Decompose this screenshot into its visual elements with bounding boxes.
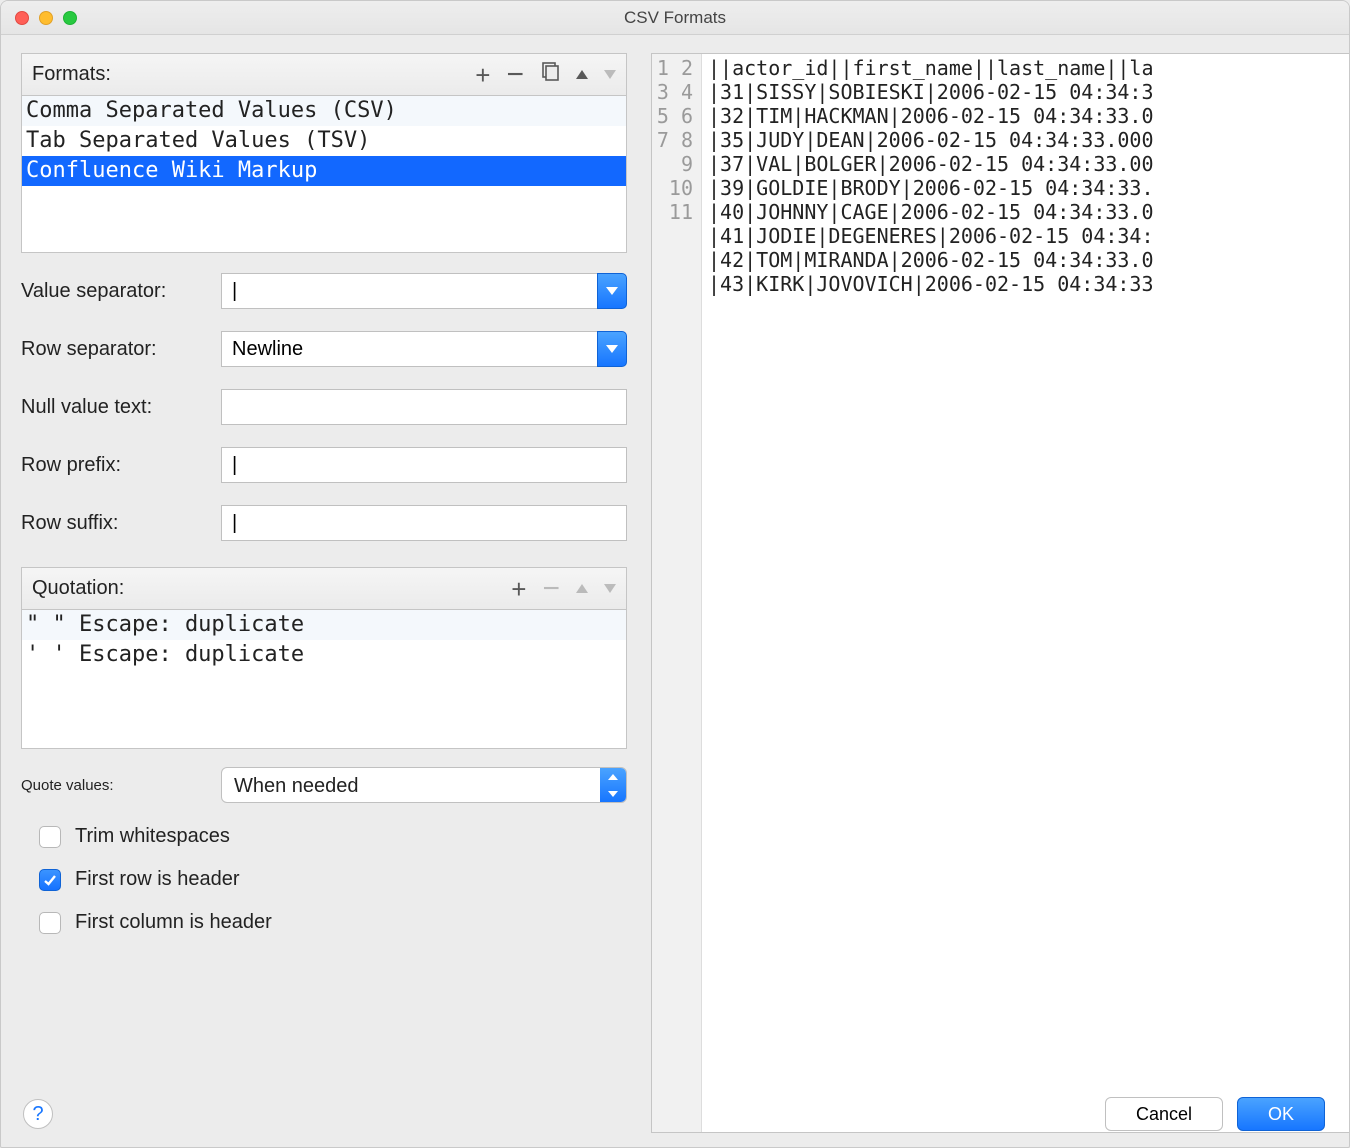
quote-values-stepper[interactable]	[600, 768, 626, 802]
quotation-move-down-button[interactable]	[604, 584, 616, 593]
format-list-item[interactable]: Comma Separated Values (CSV)	[22, 96, 626, 126]
format-list-item[interactable]: Confluence Wiki Markup	[22, 156, 626, 186]
row-separator-input[interactable]	[221, 331, 597, 367]
quotation-panel-header: Quotation: + −	[21, 567, 627, 609]
first-row-header-row[interactable]: First row is header	[39, 868, 627, 891]
first-row-header-label: First row is header	[75, 868, 240, 891]
first-row-header-checkbox[interactable]	[39, 869, 61, 891]
format-list-item[interactable]: Tab Separated Values (TSV)	[22, 126, 626, 156]
row-separator-field[interactable]	[221, 331, 627, 367]
quotation-list[interactable]: " " Escape: duplicate' ' Escape: duplica…	[21, 609, 627, 749]
move-up-button[interactable]	[576, 70, 588, 79]
value-separator-input[interactable]	[221, 273, 597, 309]
quotation-list-item[interactable]: " " Escape: duplicate	[22, 610, 626, 640]
trim-whitespaces-label: Trim whitespaces	[75, 825, 230, 848]
move-down-button[interactable]	[604, 70, 616, 79]
quotation-label: Quotation:	[32, 577, 124, 600]
copy-format-button[interactable]	[540, 62, 560, 88]
quote-values-value: When needed	[222, 768, 600, 802]
dialog-window: CSV Formats Formats: + − Comma Separated…	[0, 0, 1350, 1148]
row-prefix-input[interactable]	[221, 447, 627, 483]
value-separator-field[interactable]	[221, 273, 627, 309]
add-format-button[interactable]: +	[475, 62, 490, 88]
zoom-window-button[interactable]	[63, 11, 77, 25]
cancel-button[interactable]: Cancel	[1105, 1097, 1223, 1131]
remove-quotation-button[interactable]: −	[542, 574, 560, 604]
row-suffix-input[interactable]	[221, 505, 627, 541]
help-button[interactable]: ?	[23, 1099, 53, 1129]
row-suffix-label: Row suffix:	[21, 512, 221, 535]
formats-panel-header: Formats: + −	[21, 53, 627, 95]
close-window-button[interactable]	[15, 11, 29, 25]
preview-code: ||actor_id||first_name||last_name||la |3…	[702, 54, 1350, 1132]
quotation-list-item[interactable]: ' ' Escape: duplicate	[22, 640, 626, 670]
remove-format-button[interactable]: −	[506, 60, 524, 90]
trim-whitespaces-row[interactable]: Trim whitespaces	[39, 825, 627, 848]
first-col-header-row[interactable]: First column is header	[39, 911, 627, 934]
add-quotation-button[interactable]: +	[511, 576, 526, 602]
minimize-window-button[interactable]	[39, 11, 53, 25]
null-text-input[interactable]	[221, 389, 627, 425]
first-col-header-label: First column is header	[75, 911, 272, 934]
formats-label: Formats:	[32, 63, 111, 86]
row-prefix-label: Row prefix:	[21, 454, 221, 477]
preview-gutter: 1 2 3 4 5 6 7 8 9 10 11	[652, 54, 702, 1132]
window-controls	[15, 11, 77, 25]
quote-values-label: Quote values:	[21, 777, 221, 794]
formats-list[interactable]: Comma Separated Values (CSV)Tab Separate…	[21, 95, 627, 253]
value-separator-dropdown-button[interactable]	[597, 273, 627, 309]
window-title: CSV Formats	[1, 8, 1349, 28]
trim-whitespaces-checkbox[interactable]	[39, 826, 61, 848]
quotation-move-up-button[interactable]	[576, 584, 588, 593]
preview-pane: 1 2 3 4 5 6 7 8 9 10 11 ||actor_id||firs…	[651, 53, 1350, 1133]
row-separator-label: Row separator:	[21, 338, 221, 361]
row-separator-dropdown-button[interactable]	[597, 331, 627, 367]
titlebar: CSV Formats	[1, 1, 1349, 35]
ok-button[interactable]: OK	[1237, 1097, 1325, 1131]
first-col-header-checkbox[interactable]	[39, 912, 61, 934]
quote-values-select[interactable]: When needed	[221, 767, 627, 803]
value-separator-label: Value separator:	[21, 280, 221, 303]
null-text-label: Null value text:	[21, 396, 221, 419]
